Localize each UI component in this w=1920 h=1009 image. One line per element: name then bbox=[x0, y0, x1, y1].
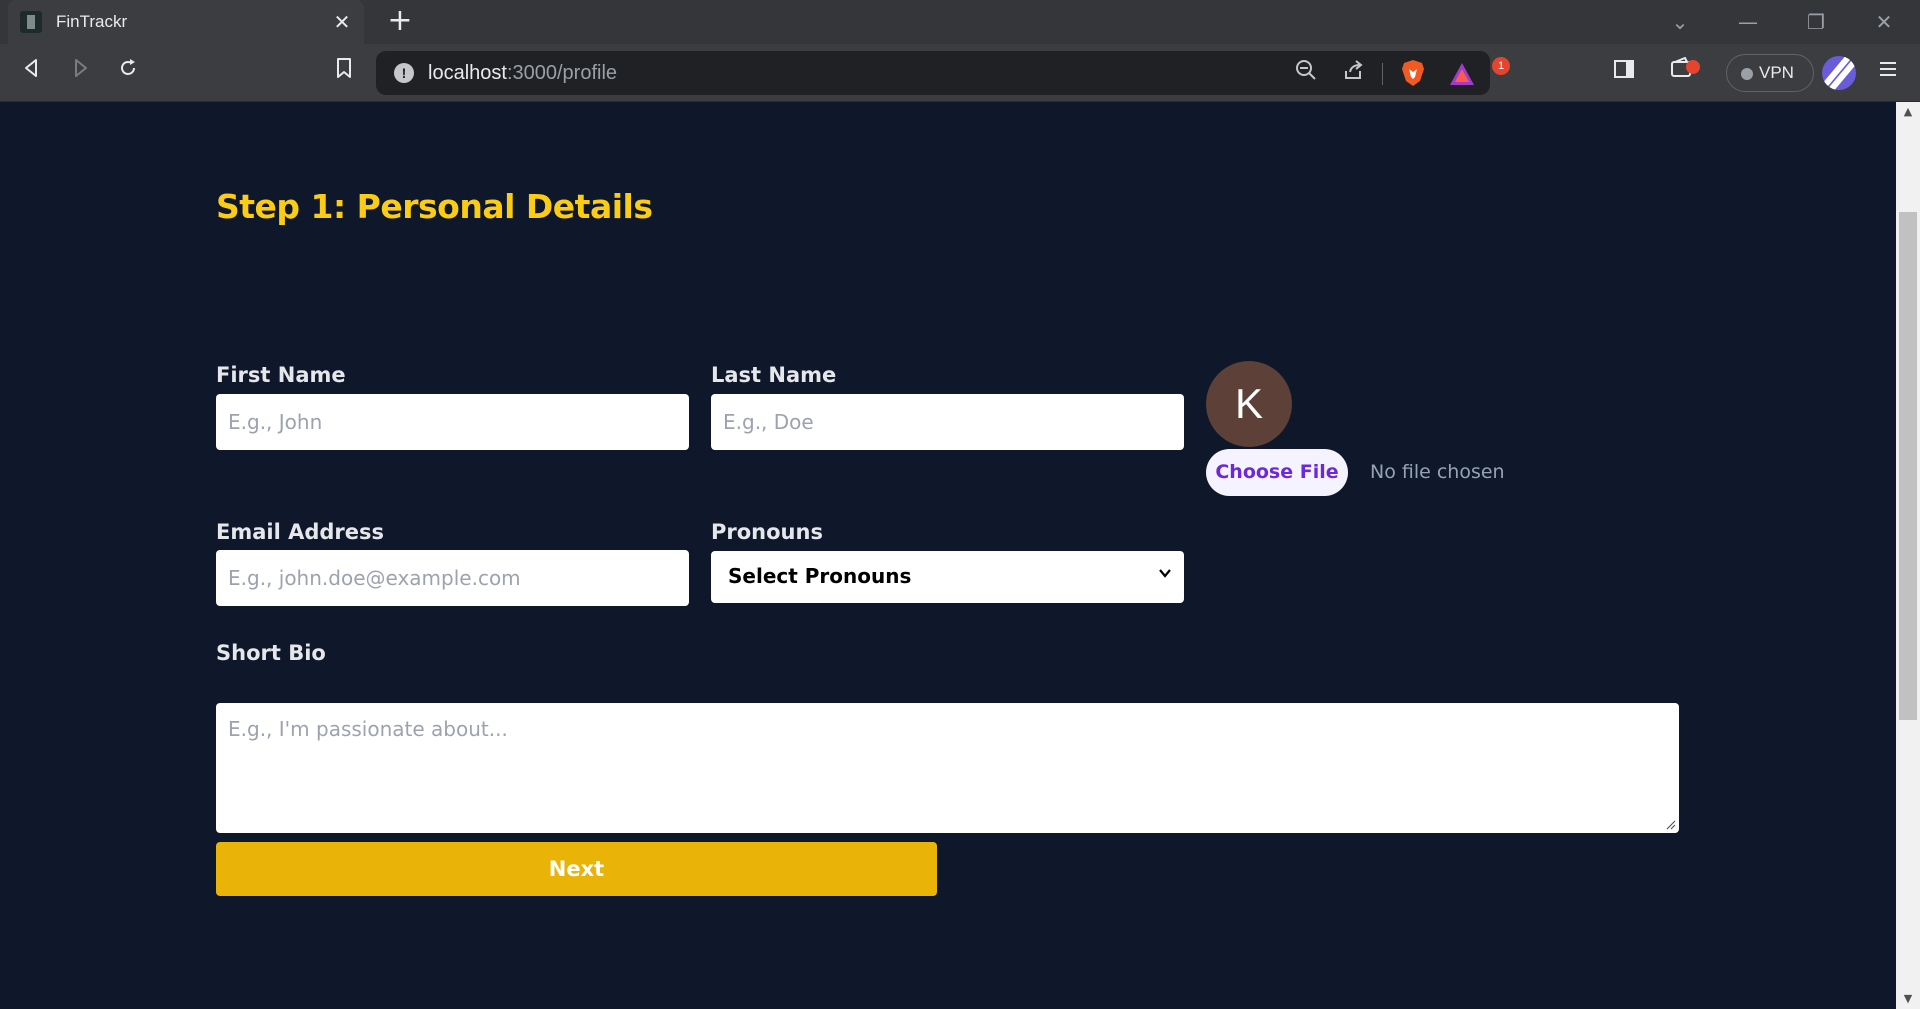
chevron-down-icon bbox=[1158, 565, 1172, 584]
extension-icon[interactable] bbox=[1822, 56, 1856, 90]
bio-label: Short Bio bbox=[216, 641, 326, 665]
url-text[interactable]: localhost:3000/profile bbox=[428, 62, 617, 85]
resize-handle-icon[interactable] bbox=[1664, 818, 1676, 830]
minimize-button[interactable]: — bbox=[1718, 0, 1778, 44]
scroll-thumb[interactable] bbox=[1899, 212, 1917, 720]
close-window-button[interactable]: ✕ bbox=[1854, 0, 1914, 44]
tab-title: FinTrackr bbox=[56, 12, 128, 31]
scroll-up-icon[interactable]: ▲ bbox=[1896, 102, 1920, 122]
avatar: K bbox=[1206, 361, 1292, 447]
file-status: No file chosen bbox=[1370, 461, 1505, 483]
vpn-button[interactable]: VPN bbox=[1726, 54, 1814, 92]
email-label: Email Address bbox=[216, 520, 385, 544]
email-input[interactable] bbox=[216, 550, 689, 606]
forward-icon[interactable] bbox=[62, 55, 98, 91]
page-scrollbar[interactable]: ▲ ▼ bbox=[1896, 102, 1920, 1009]
scroll-down-icon[interactable]: ▼ bbox=[1896, 989, 1920, 1009]
address-bar[interactable]: ! localhost:3000/profile 1 bbox=[376, 51, 1510, 95]
bookmark-icon[interactable] bbox=[326, 55, 362, 91]
site-info-icon[interactable]: ! bbox=[394, 63, 414, 83]
pronouns-selected-value: Select Pronouns bbox=[728, 564, 912, 588]
browser-toolbar: ! localhost:3000/profile 1 VPN bbox=[0, 44, 1920, 102]
browser-tab[interactable]: FinTrackr ✕ bbox=[8, 0, 364, 44]
rewards-badge: 1 bbox=[1492, 57, 1510, 75]
brave-rewards-icon[interactable] bbox=[1448, 61, 1476, 87]
back-icon[interactable] bbox=[14, 55, 50, 91]
pronouns-label: Pronouns bbox=[711, 520, 823, 544]
menu-icon[interactable] bbox=[1870, 55, 1906, 91]
divider bbox=[1382, 63, 1383, 85]
pronouns-select[interactable]: Select Pronouns bbox=[711, 551, 1184, 603]
tab-search-icon[interactable]: ⌄ bbox=[1650, 0, 1710, 44]
page-title: Step 1: Personal Details bbox=[216, 187, 653, 226]
vpn-status-icon bbox=[1741, 68, 1753, 80]
zoom-icon[interactable] bbox=[1292, 59, 1320, 87]
first-name-label: First Name bbox=[216, 363, 346, 387]
url-host: localhost bbox=[428, 62, 507, 84]
bio-textarea[interactable] bbox=[216, 703, 1679, 833]
choose-file-button[interactable]: Choose File bbox=[1206, 449, 1348, 496]
wallet-badge bbox=[1686, 60, 1700, 74]
vpn-label: VPN bbox=[1759, 63, 1794, 82]
browser-tab-bar: FinTrackr ✕ + ⌄ — ❐ ✕ bbox=[0, 0, 1920, 44]
reload-icon[interactable] bbox=[110, 55, 146, 91]
tab-close-button[interactable]: ✕ bbox=[328, 8, 356, 36]
favicon-icon bbox=[20, 11, 42, 33]
brave-shields-icon[interactable] bbox=[1400, 59, 1426, 87]
url-path: :3000/profile bbox=[506, 62, 618, 84]
restore-button[interactable]: ❐ bbox=[1786, 0, 1846, 44]
next-button[interactable]: Next bbox=[216, 842, 937, 896]
first-name-input[interactable] bbox=[216, 394, 689, 450]
share-icon[interactable] bbox=[1340, 59, 1368, 87]
last-name-label: Last Name bbox=[711, 363, 837, 387]
new-tab-button[interactable]: + bbox=[384, 6, 416, 38]
sidebar-icon[interactable] bbox=[1606, 55, 1642, 91]
last-name-input[interactable] bbox=[711, 394, 1184, 450]
